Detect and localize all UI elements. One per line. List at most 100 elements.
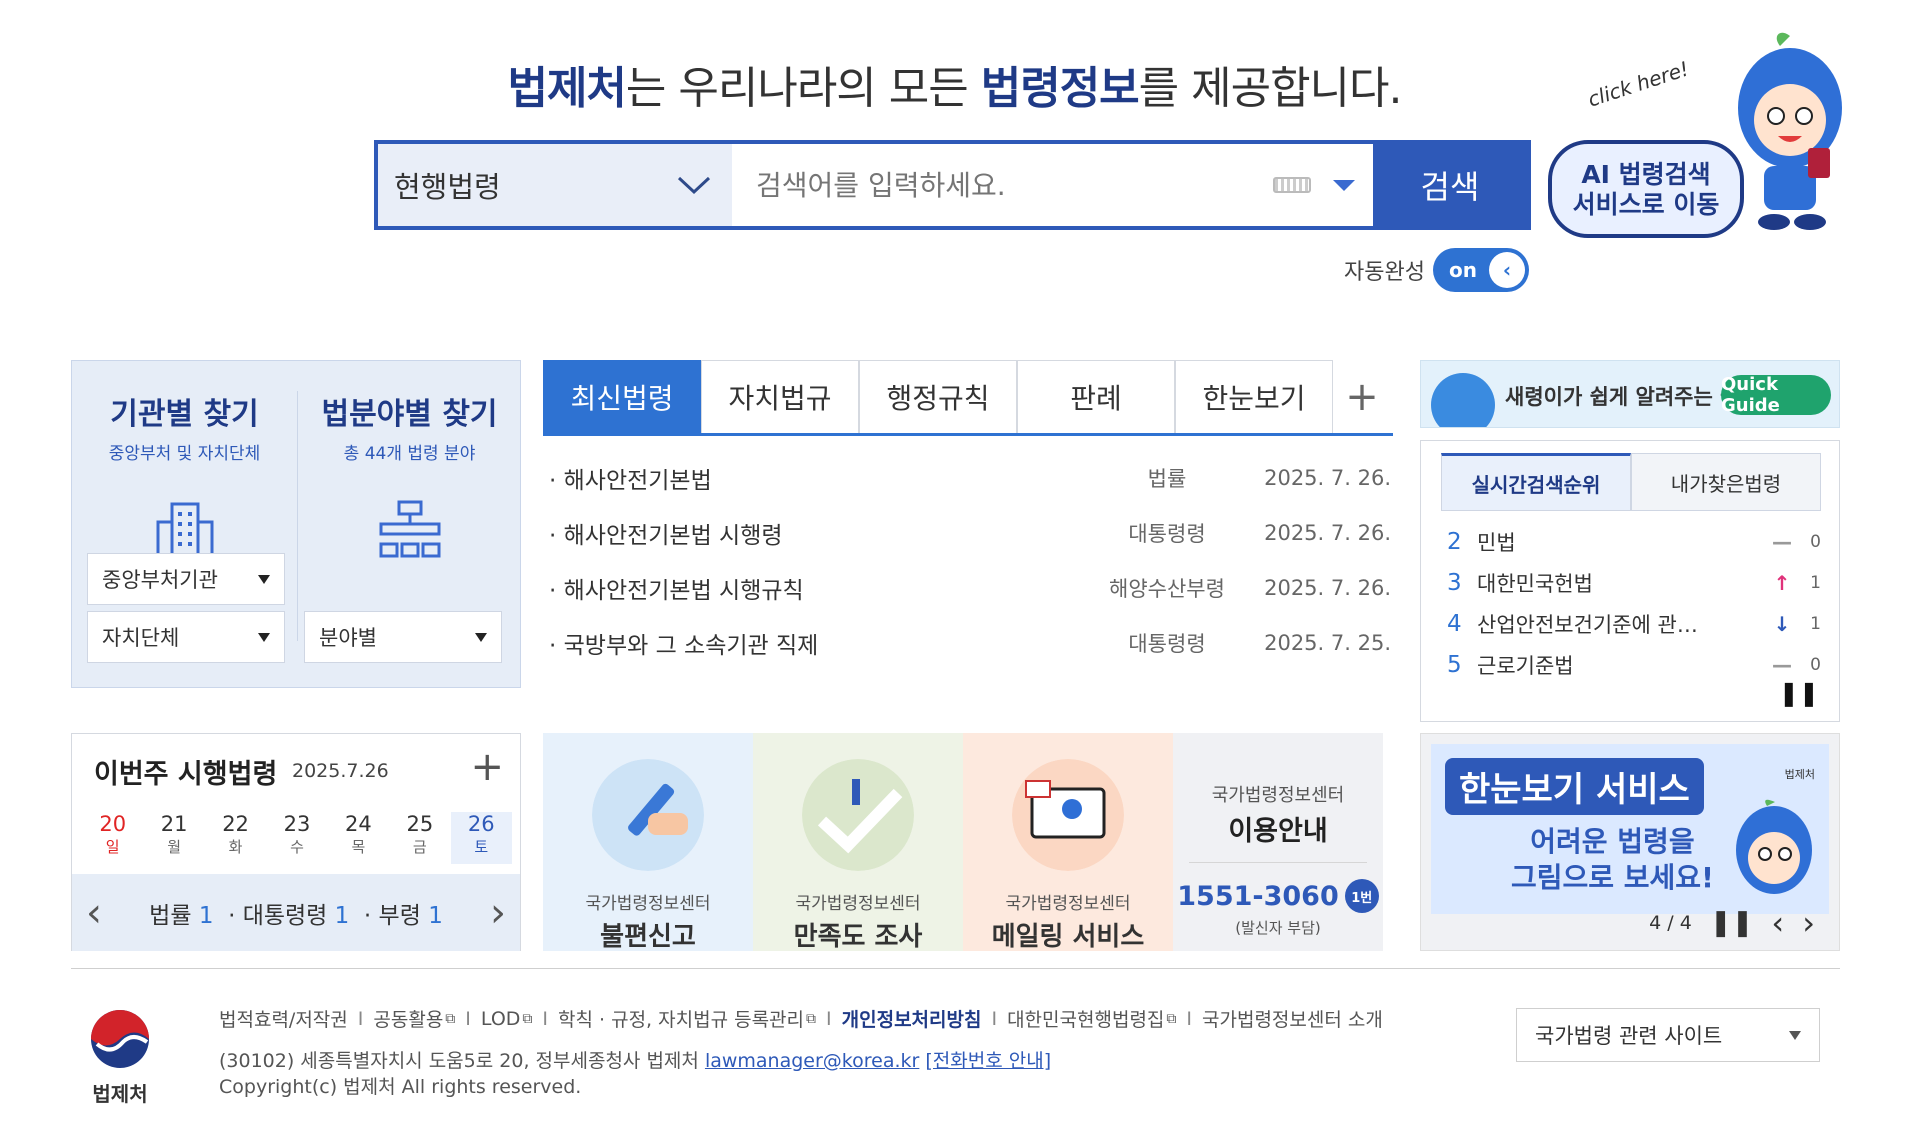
tab-at-a-glance[interactable]: 한눈보기 xyxy=(1175,360,1333,433)
ai-search-banner[interactable]: click here! AI 법령검색 서비스로 이동 xyxy=(1530,28,1850,238)
ranking-item[interactable]: 5 근로기준법 — 0 xyxy=(1447,644,1821,685)
day-cell[interactable]: 22 화 xyxy=(205,812,266,864)
footer-logo[interactable]: 법제처 xyxy=(80,1008,160,1107)
promo-carousel: 한눈보기 서비스 법제처 어려운 법령을 그림으로 보세요! 4 / 4 ❚❚ ‹… xyxy=(1420,733,1840,951)
week-title: 이번주 시행법령 xyxy=(94,759,278,790)
separator: I xyxy=(357,1007,364,1030)
rank-same-icon: — xyxy=(1772,529,1792,554)
week-summary: ‹ 법률 1 · 대통령령 1 · 부령 1 › xyxy=(72,874,520,951)
tab-admin-rules[interactable]: 행정규칙 xyxy=(859,360,1017,433)
agency-finder: 기관별 찾기 중앙부처 및 자치단체 xyxy=(72,361,297,562)
day-cell-today[interactable]: 26 토 xyxy=(450,812,512,864)
latest-laws-list: · 해사안전기본법 법률 2025. 7. 26. · 해사안전기본법 시행령 … xyxy=(543,450,1393,670)
chevron-right-icon[interactable]: › xyxy=(1802,904,1815,942)
field-finder-subtitle: 총 44개 법령 분야 xyxy=(343,444,476,464)
more-plus-icon[interactable]: + xyxy=(470,744,504,790)
search-ranking-panel: 실시간검색순위 내가찾은법령 2 민법 — 0 3 대한민국헌법 ↑ 1 4 산… xyxy=(1420,440,1840,722)
separator: I xyxy=(826,1007,832,1030)
external-link-icon: ⧉ xyxy=(522,1010,533,1027)
pause-icon[interactable]: ❚❚ xyxy=(1710,908,1754,938)
tab-latest-laws[interactable]: 최신법령 xyxy=(543,360,701,433)
week-counts[interactable]: 법률 1 · 대통령령 1 · 부령 1 xyxy=(116,896,476,930)
day-cell[interactable]: 23 수 xyxy=(266,812,327,864)
agency-finder-title[interactable]: 기관별 찾기 xyxy=(72,389,297,433)
ranking-item[interactable]: 2 민법 — 0 xyxy=(1447,521,1821,562)
rank-number: 4 xyxy=(1447,610,1462,637)
phone-guide-link[interactable]: [전화번호 안내] xyxy=(925,1050,1051,1072)
ranking-list: 2 민법 — 0 3 대한민국헌법 ↑ 1 4 산업안전보건기준에 관… ↓ 1… xyxy=(1447,521,1821,685)
footer-link-privacy[interactable]: 개인정보처리방침 xyxy=(842,1005,982,1032)
promo-banner[interactable]: 한눈보기 서비스 법제처 어려운 법령을 그림으로 보세요! xyxy=(1431,744,1829,914)
carousel-page-indicator: 4 / 4 xyxy=(1649,912,1692,934)
footer-logo-name: 법제처 xyxy=(92,1082,148,1106)
law-kind: 법률 xyxy=(1147,466,1187,491)
rank-label: 대한민국헌법 xyxy=(1477,571,1593,596)
footer-link-lod[interactable]: LOD xyxy=(481,1008,521,1030)
info-phone: 1551-3060 1번 xyxy=(1177,879,1379,913)
carousel-pager: 4 / 4 ❚❚ ‹ › xyxy=(1649,904,1815,942)
law-date: 2025. 7. 25. xyxy=(1264,630,1391,655)
list-item[interactable]: · 해사안전기본법 시행령 대통령령 2025. 7. 26. xyxy=(543,505,1393,560)
chevron-right-icon[interactable]: › xyxy=(476,890,520,936)
autocomplete-toggle[interactable]: on ‹ xyxy=(1432,248,1529,292)
rank-change-count: 0 xyxy=(1810,654,1821,675)
service-org: 국가법령정보센터 xyxy=(1005,894,1131,914)
day-cell[interactable]: 24 목 xyxy=(328,812,389,864)
agency-select-central[interactable]: 중앙부처기관 xyxy=(87,553,285,605)
tabs-more-plus-icon[interactable]: + xyxy=(1333,360,1391,433)
rank-number: 3 xyxy=(1447,569,1462,596)
day-cell[interactable]: 25 금 xyxy=(389,812,450,864)
service-info-center[interactable]: 국가법령정보센터 이용안내 1551-3060 1번 (발신자 부담) xyxy=(1173,733,1383,951)
rank-up-icon: ↑ xyxy=(1773,570,1791,595)
footer-link-statutes[interactable]: 대한민국현행법령집 xyxy=(1007,1005,1164,1032)
service-survey[interactable]: 국가법령정보센터 만족도 조사 xyxy=(753,733,963,952)
chevron-left-icon[interactable]: ‹ xyxy=(72,890,116,936)
ranking-item[interactable]: 4 산업안전보건기준에 관… ↓ 1 xyxy=(1447,603,1821,644)
law-date: 2025. 7. 26. xyxy=(1264,520,1391,545)
field-select[interactable]: 분야별 xyxy=(304,611,502,663)
search-input[interactable] xyxy=(756,168,1273,202)
agency-select-central-value: 중앙부처기관 xyxy=(102,568,218,592)
list-item[interactable]: · 해사안전기본법 법률 2025. 7. 26. xyxy=(543,450,1393,505)
keyboard-icon[interactable] xyxy=(1273,177,1311,193)
search-scope-select[interactable]: 현행법령 xyxy=(378,144,732,226)
email-link[interactable]: lawmanager@korea.kr xyxy=(705,1050,919,1072)
service-complaint[interactable]: 국가법령정보센터 불편신고 xyxy=(543,733,753,952)
day-cell[interactable]: 20 일 xyxy=(82,812,143,864)
search-button[interactable]: 검색 xyxy=(1373,144,1527,226)
tab-my-searched-laws[interactable]: 내가찾은법령 xyxy=(1631,453,1821,511)
rank-label: 민법 xyxy=(1477,530,1516,555)
hierarchy-icon xyxy=(379,500,440,558)
rank-label: 산업안전보건기준에 관… xyxy=(1477,612,1698,637)
field-finder-title[interactable]: 법분야별 찾기 xyxy=(297,389,522,433)
agency-select-local-value: 자치단체 xyxy=(102,626,180,650)
footer-link-copyright[interactable]: 법적효력/저작권 xyxy=(219,1005,348,1032)
search-options-arrow-icon[interactable] xyxy=(1333,179,1355,191)
ranking-item[interactable]: 3 대한민국헌법 ↑ 1 xyxy=(1447,562,1821,603)
quick-guide-button[interactable]: Quick Guide xyxy=(1721,374,1831,416)
list-item[interactable]: · 국방부와 그 소속기관 직제 대통령령 2025. 7. 25. xyxy=(543,615,1393,670)
day-cell[interactable]: 21 월 xyxy=(143,812,204,864)
footer-link-sharing[interactable]: 공동활용 xyxy=(373,1005,443,1032)
related-sites-select[interactable]: 국가법령 관련 사이트 xyxy=(1516,1008,1820,1062)
list-item[interactable]: · 해사안전기본법 시행규칙 해양수산부령 2025. 7. 26. xyxy=(543,560,1393,615)
service-mailing[interactable]: 국가법령정보센터 메일링 서비스 xyxy=(963,733,1173,952)
tab-local-regulations[interactable]: 자치법규 xyxy=(701,360,859,433)
tab-realtime-ranking[interactable]: 실시간검색순위 xyxy=(1441,453,1631,511)
footer-link-about[interactable]: 국가법령정보센터 소개 xyxy=(1202,1005,1383,1032)
search-query-area xyxy=(732,144,1373,226)
chevron-left-icon[interactable]: ‹ xyxy=(1771,904,1784,942)
quick-guide-banner[interactable]: 새령이가 쉽게 알려주는 국법 Quick Guide xyxy=(1420,360,1840,428)
agency-select-local[interactable]: 자치단체 xyxy=(87,611,285,663)
footer-link-registration[interactable]: 학칙 · 규정, 자치법규 등록관리 xyxy=(558,1005,804,1032)
mascot-icon xyxy=(1736,799,1812,894)
ai-search-pill[interactable]: AI 법령검색 서비스로 이동 xyxy=(1548,140,1744,238)
building-icon xyxy=(156,502,213,558)
search-scope-value: 현행법령 xyxy=(394,170,501,204)
pause-icon[interactable]: ❚❚ xyxy=(1779,679,1819,707)
promo-org: 법제처 xyxy=(1784,768,1815,781)
tab-precedents[interactable]: 판례 xyxy=(1017,360,1175,433)
service-title: 불편신고 xyxy=(600,922,696,952)
address-text: (30102) 세종특별자치시 도움5로 20, 정부세종청사 법제처 xyxy=(219,1050,699,1072)
rank-change-count: 1 xyxy=(1810,572,1821,593)
